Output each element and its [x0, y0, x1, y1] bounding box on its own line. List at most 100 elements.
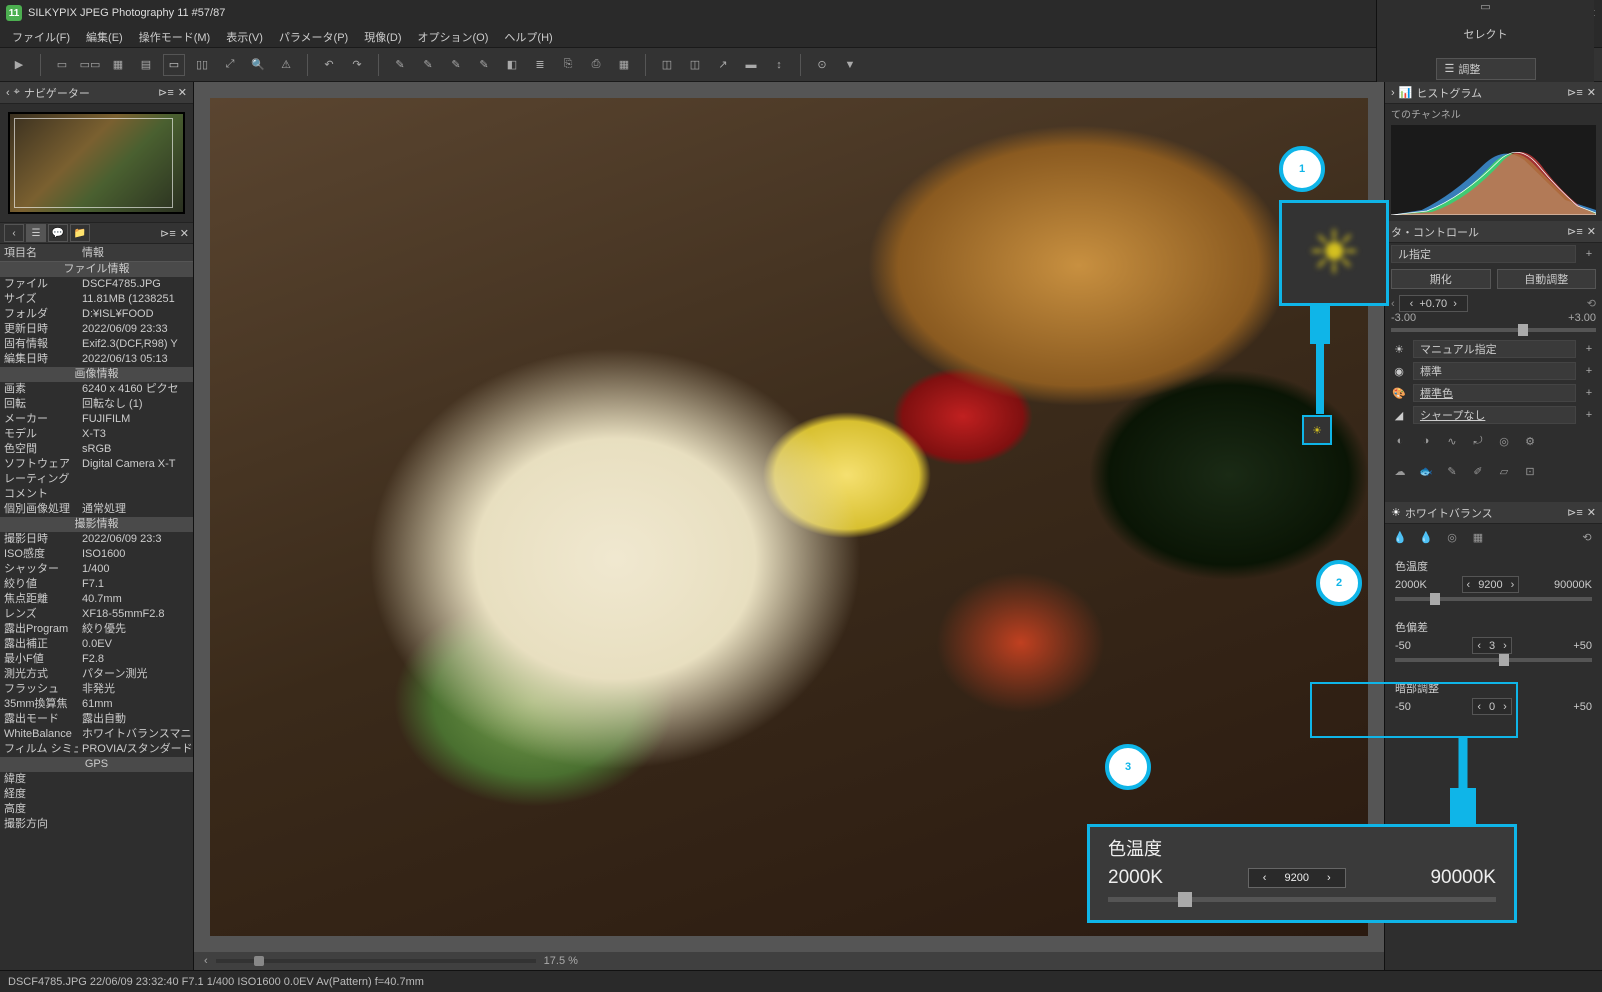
image-canvas[interactable]: [210, 98, 1368, 936]
wb-close-icon[interactable]: ✕: [1587, 506, 1596, 519]
menu-develop[interactable]: 現像(D): [358, 27, 407, 47]
menu-help[interactable]: ヘルプ(H): [498, 27, 558, 47]
develop-icon[interactable]: ▶: [8, 54, 30, 76]
rotate-icon[interactable]: ⤾: [1469, 432, 1487, 450]
compare-icon[interactable]: ▯▯: [191, 54, 213, 76]
param-plus-0[interactable]: +: [1582, 343, 1596, 355]
wb-grid-icon[interactable]: ▦: [1469, 528, 1487, 546]
brush-icon[interactable]: ✐: [1469, 462, 1487, 480]
wb-dropper2-icon[interactable]: 💧: [1417, 528, 1435, 546]
pencil-icon[interactable]: ✎: [1443, 462, 1461, 480]
wb-dropper-icon[interactable]: 💧: [1391, 528, 1409, 546]
redo-icon[interactable]: ↷: [346, 54, 368, 76]
fit-icon[interactable]: ⤢: [219, 54, 241, 76]
left-panel: ‹ ⌖ ナビゲーター ⊳≡✕ ‹ ☰ 💬 📁 ⊳≡✕ 項目名 情報 ファイル情報…: [0, 82, 194, 970]
layers-icon[interactable]: ≣: [529, 54, 551, 76]
tone-icon[interactable]: ◑: [1417, 432, 1435, 450]
gear-icon[interactable]: ⚙: [1521, 432, 1539, 450]
wb-menu-icon[interactable]: ⊳≡: [1567, 506, 1583, 519]
select-label[interactable]: セレクト: [1464, 26, 1508, 42]
wb-reset-icon[interactable]: ⟲: [1578, 528, 1596, 546]
manual-dropdown[interactable]: ル指定: [1391, 245, 1576, 263]
zoom-icon[interactable]: 🔍: [247, 54, 269, 76]
menu-edit[interactable]: 編集(E): [80, 27, 129, 47]
single-view-icon[interactable]: ▭: [163, 54, 185, 76]
param-dd-2[interactable]: 標準色: [1413, 384, 1576, 402]
tab-prev-icon[interactable]: ‹: [4, 224, 24, 242]
param-dd-1[interactable]: 標準: [1413, 362, 1576, 380]
initialize-button[interactable]: 期化: [1391, 269, 1491, 289]
annotation-3: 3: [1105, 744, 1151, 790]
tint-track[interactable]: [1395, 658, 1592, 662]
menu-param[interactable]: パラメータ(P): [273, 27, 354, 47]
brush1-icon[interactable]: ✎: [389, 54, 411, 76]
crop-icon[interactable]: ⊡: [1521, 462, 1539, 480]
ct-track[interactable]: [1395, 597, 1592, 601]
wb-target-icon[interactable]: ◎: [1443, 528, 1461, 546]
ev-reset-icon[interactable]: ⟲: [1587, 297, 1596, 310]
panel-menu-icon[interactable]: ⊳≡: [158, 86, 174, 99]
menu-file[interactable]: ファイル(F): [6, 27, 76, 47]
ev-stepper[interactable]: ‹+0.70›: [1399, 295, 1468, 312]
ev-track[interactable]: [1391, 328, 1596, 332]
eraser-icon[interactable]: ▱: [1495, 462, 1513, 480]
curve-icon[interactable]: ∿: [1443, 432, 1461, 450]
panel-icon[interactable]: ▬: [740, 54, 762, 76]
pc-close-icon[interactable]: ✕: [1587, 225, 1596, 238]
lens-icon[interactable]: ◎: [1495, 432, 1513, 450]
hist-close-icon[interactable]: ✕: [1587, 86, 1596, 99]
ct-stepper[interactable]: ‹9200›: [1462, 576, 1520, 593]
tint-stepper[interactable]: ‹3›: [1472, 637, 1511, 654]
param-row-2: 🎨標準色+: [1385, 382, 1602, 404]
cloud-icon[interactable]: ☁: [1391, 462, 1409, 480]
param-dd-0[interactable]: マニュアル指定: [1413, 340, 1576, 358]
tool5-icon[interactable]: ◧: [501, 54, 523, 76]
zoom-slider[interactable]: [216, 959, 536, 963]
prop-row: 撮影方向: [0, 817, 193, 832]
menu-mode[interactable]: 操作モード(M): [133, 27, 217, 47]
brush3-icon[interactable]: ✎: [445, 54, 467, 76]
menu-view[interactable]: 表示(V): [220, 27, 269, 47]
warning-icon[interactable]: ⚠: [275, 54, 297, 76]
manual-plus-icon[interactable]: +: [1582, 248, 1596, 260]
highlight-icon[interactable]: ◐: [1391, 432, 1409, 450]
layout2-icon[interactable]: ▭▭: [79, 54, 101, 76]
param-dd-3[interactable]: シャープなし: [1413, 406, 1576, 424]
adjust-dropdown[interactable]: ☰調整: [1436, 58, 1536, 80]
search-icon[interactable]: ⊙: [811, 54, 833, 76]
param-plus-1[interactable]: +: [1582, 365, 1596, 377]
paste-icon[interactable]: ⎙: [585, 54, 607, 76]
tab-menu-icon[interactable]: ⊳≡: [160, 227, 176, 240]
thumb-icon[interactable]: ▤: [135, 54, 157, 76]
param-plus-2[interactable]: +: [1582, 387, 1596, 399]
tab-close-icon[interactable]: ✕: [180, 227, 189, 240]
navigator-thumbnail[interactable]: [8, 112, 185, 214]
layout1-icon[interactable]: ▭: [51, 54, 73, 76]
export-icon[interactable]: ↗: [712, 54, 734, 76]
select-mode-icon[interactable]: ▭: [1475, 0, 1497, 18]
picker2-icon[interactable]: ◫: [684, 54, 706, 76]
tab-folder-icon[interactable]: 📁: [70, 224, 90, 242]
param-control-header: タ・コントロール ⊳≡✕: [1385, 221, 1602, 243]
callout-stepper[interactable]: ‹9200›: [1248, 868, 1346, 888]
copy-icon[interactable]: ⎘: [557, 54, 579, 76]
picker1-icon[interactable]: ◫: [656, 54, 678, 76]
brush4-icon[interactable]: ✎: [473, 54, 495, 76]
brush2-icon[interactable]: ✎: [417, 54, 439, 76]
tab-info-icon[interactable]: ☰: [26, 224, 46, 242]
pc-menu-icon[interactable]: ⊳≡: [1567, 225, 1583, 238]
undo-icon[interactable]: ↶: [318, 54, 340, 76]
callout-track[interactable]: [1108, 897, 1496, 902]
menu-option[interactable]: オプション(O): [412, 27, 495, 47]
scroll-left-icon[interactable]: ‹: [204, 955, 208, 967]
tab-comment-icon[interactable]: 💬: [48, 224, 68, 242]
param-plus-3[interactable]: +: [1582, 409, 1596, 421]
panel-close-icon[interactable]: ✕: [178, 86, 187, 99]
sort-icon[interactable]: ↕: [768, 54, 790, 76]
tool9-icon[interactable]: ▦: [613, 54, 635, 76]
auto-adjust-button[interactable]: 自動調整: [1497, 269, 1597, 289]
fish-icon[interactable]: 🐟: [1417, 462, 1435, 480]
grid-icon[interactable]: ▦: [107, 54, 129, 76]
filter-icon[interactable]: ▼: [839, 54, 861, 76]
hist-menu-icon[interactable]: ⊳≡: [1567, 86, 1583, 99]
